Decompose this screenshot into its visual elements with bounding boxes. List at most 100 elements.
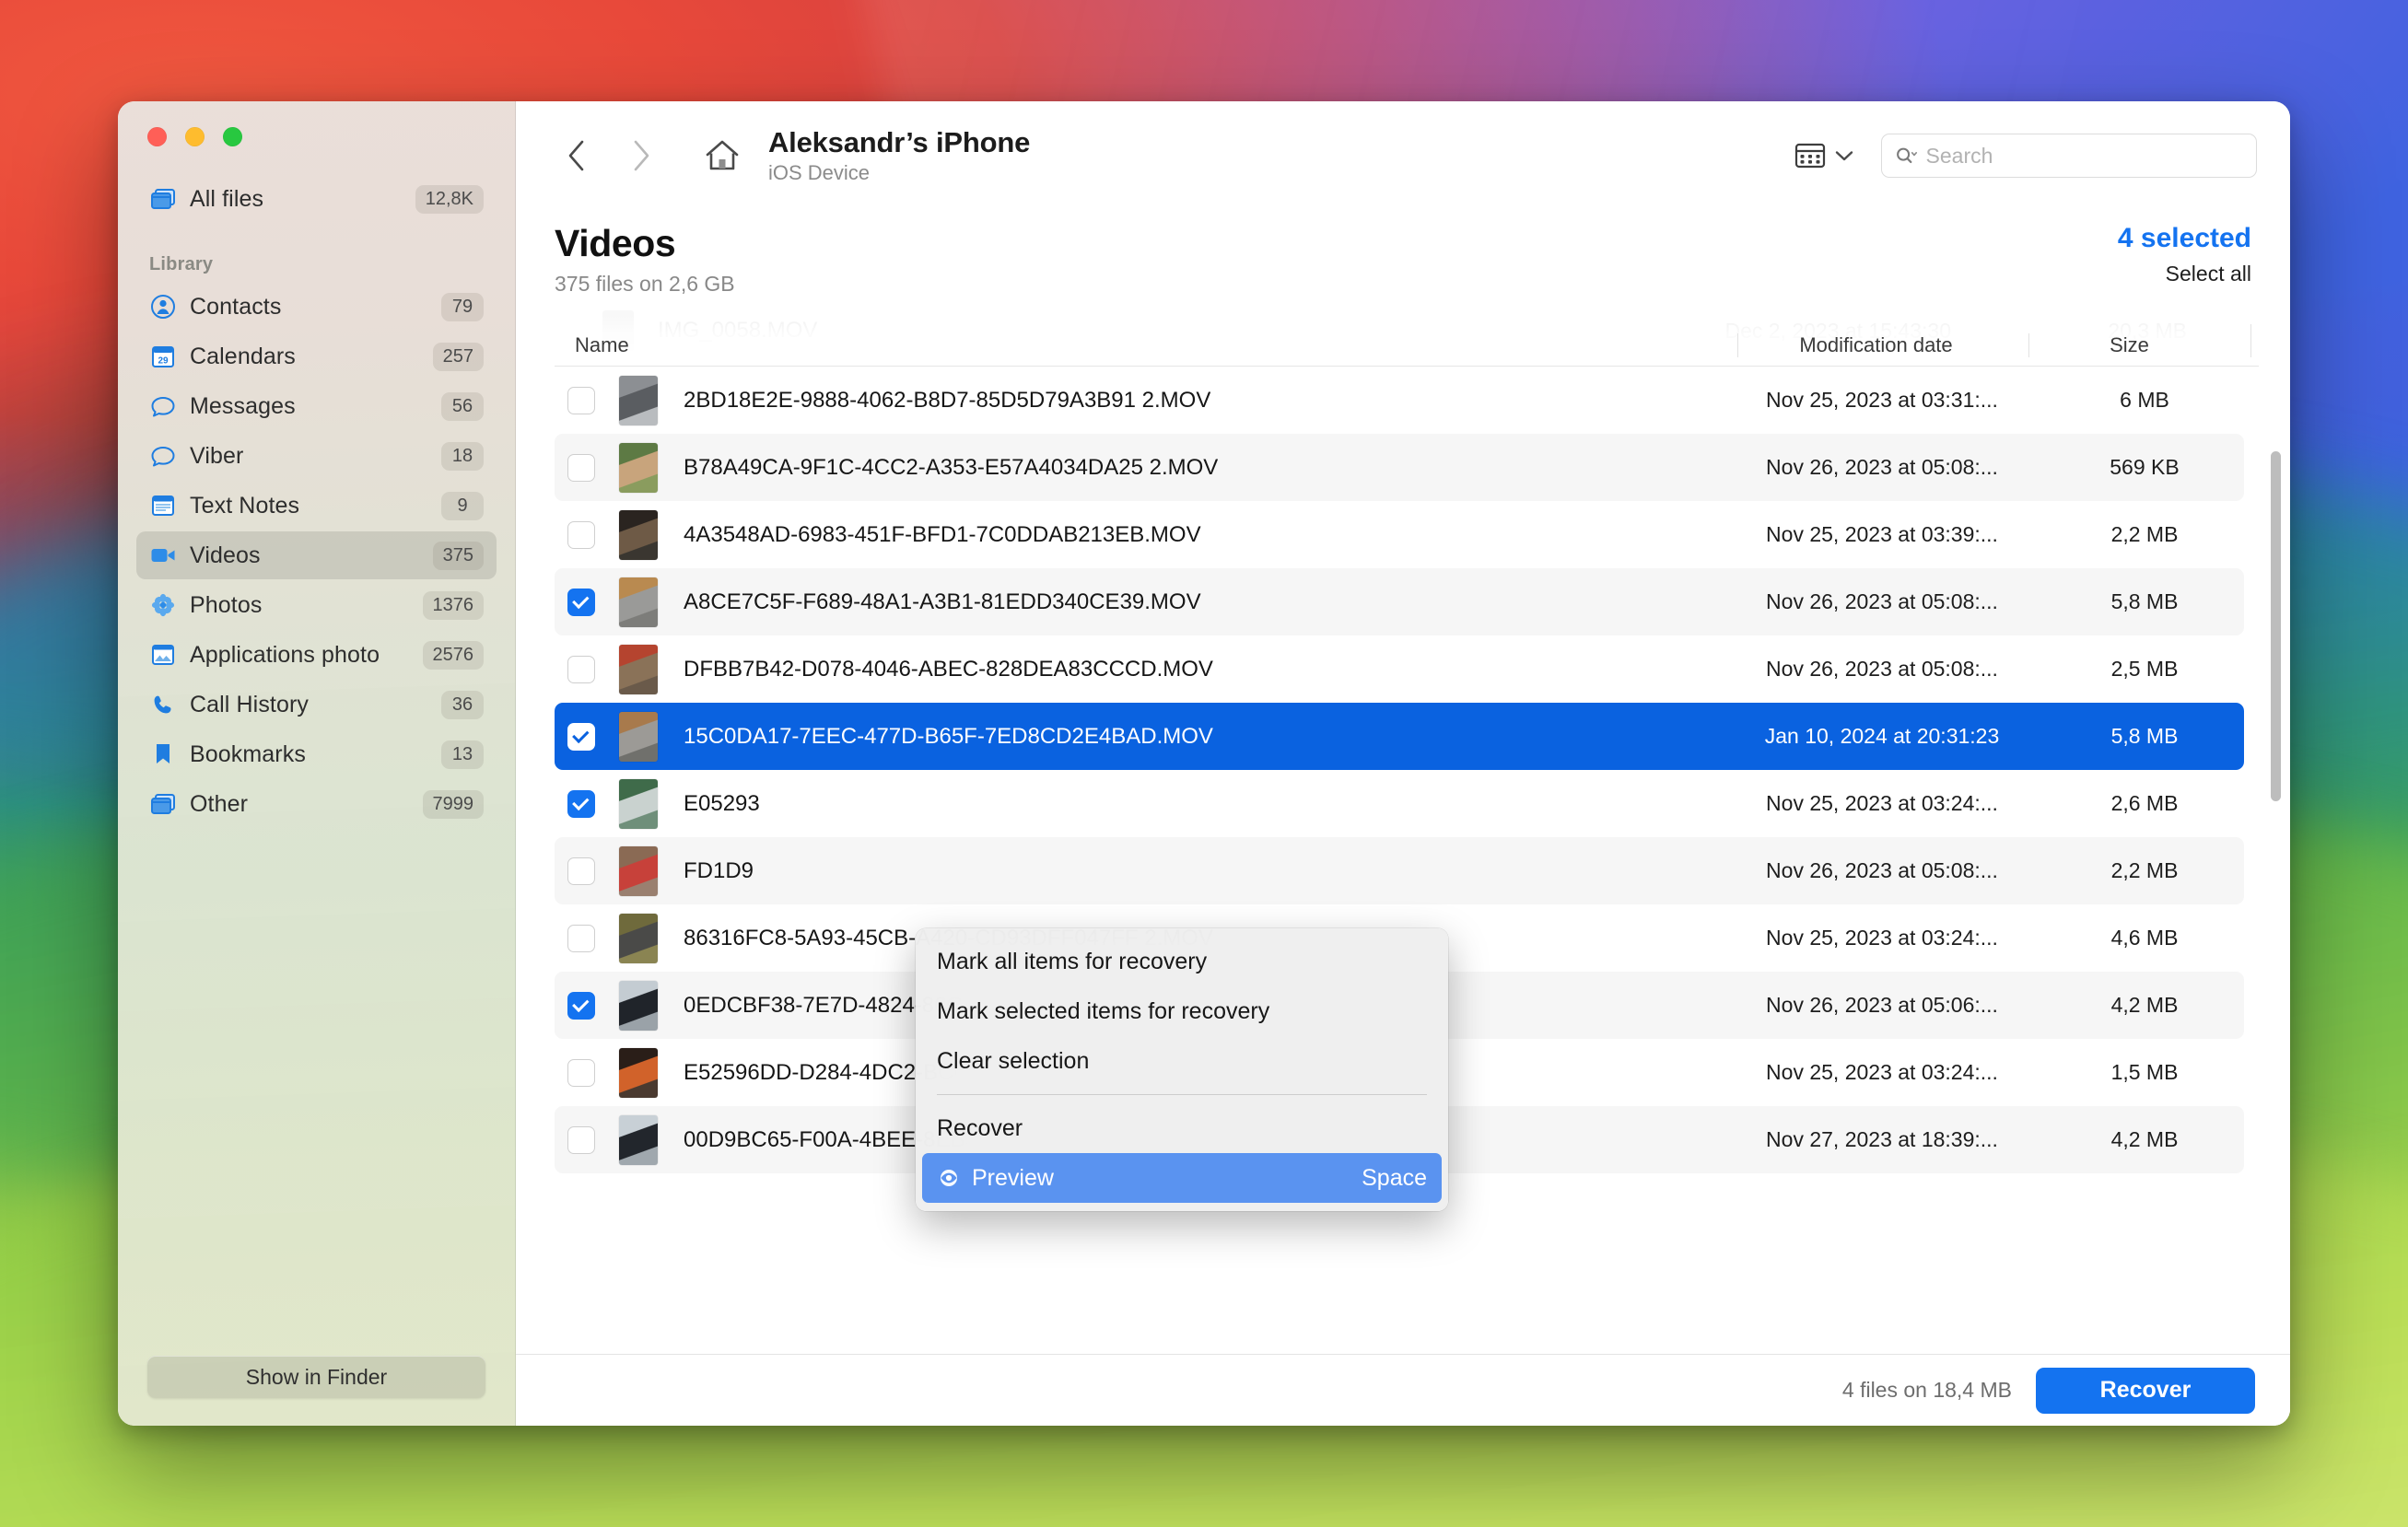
device-subtitle: iOS Device bbox=[768, 160, 871, 184]
row-modification-date: Nov 25, 2023 at 03:24:... bbox=[1766, 791, 1998, 816]
back-button[interactable] bbox=[555, 134, 599, 178]
page-title: Videos bbox=[555, 222, 676, 264]
row-checkbox[interactable] bbox=[567, 386, 595, 414]
sidebar-item-count: 18 bbox=[441, 441, 484, 471]
row-checkbox[interactable] bbox=[567, 655, 595, 683]
row-file-name: DFBB7B42-D078-4046-ABEC-828DEA83CCCD.MOV bbox=[684, 656, 1213, 682]
contacts-icon bbox=[149, 294, 177, 320]
table-row[interactable]: E05293 Nov 25, 2023 at 03:24:... 2,6 MB bbox=[555, 770, 2244, 837]
search-input[interactable] bbox=[1925, 143, 2243, 169]
home-button[interactable] bbox=[696, 130, 748, 181]
table-row[interactable]: 2BD18E2E-9888-4062-B8D7-85D5D79A3B91 2.M… bbox=[555, 367, 2244, 434]
device-info: Aleksandr’s iPhone iOS Device bbox=[768, 126, 1030, 185]
context-menu-item-preview[interactable]: Preview Space bbox=[922, 1153, 1442, 1203]
sidebar-item-label: All files bbox=[190, 185, 264, 212]
sidebar-item-bookmarks[interactable]: Bookmarks 13 bbox=[136, 730, 497, 778]
sidebar-item-videos[interactable]: Videos 375 bbox=[136, 531, 497, 579]
row-file-size: 2,5 MB bbox=[2110, 657, 2179, 682]
sidebar-item-contacts[interactable]: Contacts 79 bbox=[136, 283, 497, 331]
sidebar-item-label: Bookmarks bbox=[190, 740, 306, 767]
phone-icon bbox=[149, 694, 177, 716]
context-menu-item-label: Preview bbox=[972, 1164, 1054, 1191]
minimize-button[interactable] bbox=[185, 127, 205, 146]
row-checkbox[interactable] bbox=[567, 789, 595, 818]
table-row[interactable]: A8CE7C5F-F689-48A1-A3B1-81EDD340CE39.MOV… bbox=[555, 568, 2244, 636]
svg-text:29: 29 bbox=[158, 356, 169, 367]
notes-icon bbox=[149, 495, 177, 517]
list-view-icon bbox=[1794, 143, 1826, 169]
sidebar-footer: Show in Finder bbox=[118, 1356, 515, 1426]
sidebar-item-text-notes[interactable]: Text Notes 9 bbox=[136, 482, 497, 530]
forward-button[interactable] bbox=[619, 134, 663, 178]
sidebar-section-library: Library bbox=[149, 254, 214, 274]
row-checkbox[interactable] bbox=[567, 453, 595, 482]
row-file-size: 569 KB bbox=[2110, 455, 2180, 480]
column-header-date[interactable]: Modification date bbox=[1737, 333, 2014, 358]
row-checkbox[interactable] bbox=[567, 991, 595, 1020]
column-header-name[interactable]: Name bbox=[575, 333, 629, 357]
sidebar-item-calendars[interactable]: 29 Calendars 257 bbox=[136, 332, 497, 380]
sidebar-item-label: Viber bbox=[190, 442, 244, 469]
chevron-left-icon bbox=[568, 140, 584, 171]
search-icon bbox=[1897, 147, 1918, 164]
row-thumbnail bbox=[619, 980, 658, 1031]
row-thumbnail bbox=[619, 1114, 658, 1165]
sidebar-item-applications-photo[interactable]: Applications photo 2576 bbox=[136, 631, 497, 679]
row-checkbox[interactable] bbox=[567, 857, 595, 885]
sidebar-item-count: 12,8K bbox=[415, 184, 484, 214]
row-thumbnail bbox=[619, 845, 658, 896]
sidebar-item-messages[interactable]: Messages 56 bbox=[136, 382, 497, 430]
show-in-finder-button[interactable]: Show in Finder bbox=[147, 1356, 485, 1398]
table-row[interactable]: 15C0DA17-7EEC-477D-B65F-7ED8CD2E4BAD.MOV… bbox=[555, 703, 2244, 771]
row-checkbox[interactable] bbox=[567, 588, 595, 616]
vertical-scrollbar[interactable] bbox=[2271, 451, 2281, 802]
toolbar: Aleksandr’s iPhone iOS Device bbox=[516, 101, 2290, 210]
sidebar-item-other[interactable]: Other 7999 bbox=[136, 780, 497, 828]
table-row[interactable]: DFBB7B42-D078-4046-ABEC-828DEA83CCCD.MOV… bbox=[555, 635, 2244, 703]
context-menu-item-mark-selected[interactable]: Mark selected items for recovery bbox=[922, 986, 1442, 1036]
row-file-name: E05293 bbox=[684, 790, 760, 816]
selected-count[interactable]: 4 selected bbox=[2118, 223, 2251, 254]
row-file-size: 1,5 MB bbox=[2110, 1060, 2179, 1085]
sidebar-item-count: 1376 bbox=[422, 590, 484, 620]
search-box[interactable] bbox=[1881, 134, 2257, 178]
table-row[interactable]: B78A49CA-9F1C-4CC2-A353-E57A4034DA25 2.M… bbox=[555, 434, 2244, 502]
zoom-button[interactable] bbox=[223, 127, 242, 146]
page-header: Videos 375 files on 2,6 GB 4 selected Se… bbox=[516, 210, 2290, 297]
row-checkbox[interactable] bbox=[567, 1058, 595, 1087]
column-header-size[interactable]: Size bbox=[2028, 333, 2229, 358]
close-button[interactable] bbox=[147, 127, 167, 146]
row-thumbnail bbox=[619, 711, 658, 762]
page-subtitle: 375 files on 2,6 GB bbox=[555, 272, 735, 297]
row-checkbox[interactable] bbox=[567, 1125, 595, 1154]
table-row[interactable]: 4A3548AD-6983-451F-BFD1-7C0DDAB213EB.MOV… bbox=[555, 501, 2244, 568]
recover-button[interactable]: Recover bbox=[2036, 1367, 2255, 1414]
calendar-icon: 29 bbox=[149, 344, 177, 368]
sidebar-item-viber[interactable]: Viber 18 bbox=[136, 432, 497, 480]
sidebar-item-count: 257 bbox=[432, 342, 484, 371]
context-menu-item-clear-selection[interactable]: Clear selection bbox=[922, 1036, 1442, 1086]
row-checkbox[interactable] bbox=[567, 722, 595, 751]
context-menu-item-recover[interactable]: Recover bbox=[922, 1103, 1442, 1153]
window-traffic-lights bbox=[118, 101, 515, 169]
sidebar-list: All files 12,8K Library Contacts 79 29 C… bbox=[118, 169, 515, 1356]
sidebar-item-label: Calendars bbox=[190, 343, 296, 369]
row-file-size: 2,2 MB bbox=[2110, 522, 2179, 547]
stacked-windows-icon bbox=[149, 793, 177, 815]
sidebar-item-call-history[interactable]: Call History 36 bbox=[136, 681, 497, 729]
view-mode-button[interactable] bbox=[1794, 142, 1853, 169]
row-checkbox[interactable] bbox=[567, 520, 595, 549]
table-row[interactable]: FD1D9 Nov 26, 2023 at 05:08:... 2,2 MB bbox=[555, 837, 2244, 905]
row-file-size: 5,8 MB bbox=[2110, 589, 2179, 614]
sidebar-item-count: 36 bbox=[441, 690, 484, 719]
sidebar-item-count: 56 bbox=[441, 391, 484, 421]
row-checkbox[interactable] bbox=[567, 924, 595, 952]
context-menu-item-label: Mark selected items for recovery bbox=[937, 997, 1270, 1024]
context-menu: Mark all items for recovery Mark selecte… bbox=[916, 928, 1448, 1211]
sidebar-item-photos[interactable]: Photos 1376 bbox=[136, 581, 497, 629]
select-all-button[interactable]: Select all bbox=[2118, 262, 2251, 286]
context-menu-item-mark-all[interactable]: Mark all items for recovery bbox=[922, 937, 1442, 986]
sidebar-item-count: 375 bbox=[432, 541, 484, 570]
sidebar-item-all-files[interactable]: All files 12,8K bbox=[136, 175, 497, 223]
home-icon bbox=[706, 140, 739, 170]
